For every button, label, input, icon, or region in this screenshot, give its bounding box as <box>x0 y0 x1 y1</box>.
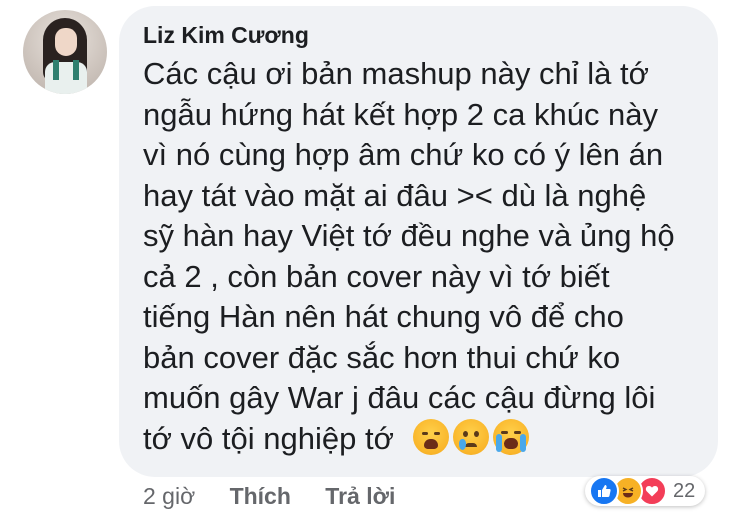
like-icon <box>589 476 619 506</box>
comment-line: Các cậu ơi bản mashup này chỉ là tớ <box>143 56 649 91</box>
like-button[interactable]: Thích <box>230 483 291 509</box>
comment-actions: 2 giờ Thích Trả lời <box>143 483 423 510</box>
avatar[interactable] <box>23 10 107 94</box>
comment-line: bản cover đặc sắc hơn thui chứ ko <box>143 339 621 375</box>
comment-line: ngẫu hứng hát kết hợp 2 ca khúc này <box>143 96 659 132</box>
crying-face-icon <box>452 418 489 455</box>
reactions-summary[interactable]: 22 <box>585 476 706 506</box>
comment-author[interactable]: Liz Kim Cương <box>143 22 309 49</box>
comment-line: muốn gây War j đâu các cậu đừng lôi <box>143 380 656 415</box>
reaction-count: 22 <box>673 479 696 502</box>
comment-line: tớ vô tội nghiệp tớ <box>143 420 394 456</box>
loudly-crying-face-icon <box>492 418 529 455</box>
comment-line: cả 2 , còn bản cover này vì tớ biết <box>143 258 610 294</box>
comment-line: vì nó cùng hợp âm chứ ko có ý lên án <box>143 137 664 172</box>
comment-line: sỹ hàn hay Việt tớ đều nghe và ủng hộ <box>143 218 675 253</box>
comment-line: hay tát vào mặt ai đâu >< dù là nghệ <box>143 177 647 213</box>
comment-line: tiếng Hàn nên hát chung vô để cho <box>143 299 624 334</box>
comment-timestamp[interactable]: 2 giờ <box>143 483 195 509</box>
comment-text: Các cậu ơi bản mashup này chỉ là tớ ngẫu… <box>143 54 703 459</box>
comment-last-line: tớ vô tội nghiệp tớ <box>143 418 703 460</box>
reply-button[interactable]: Trả lời <box>325 483 395 509</box>
weary-face-icon <box>412 418 449 455</box>
